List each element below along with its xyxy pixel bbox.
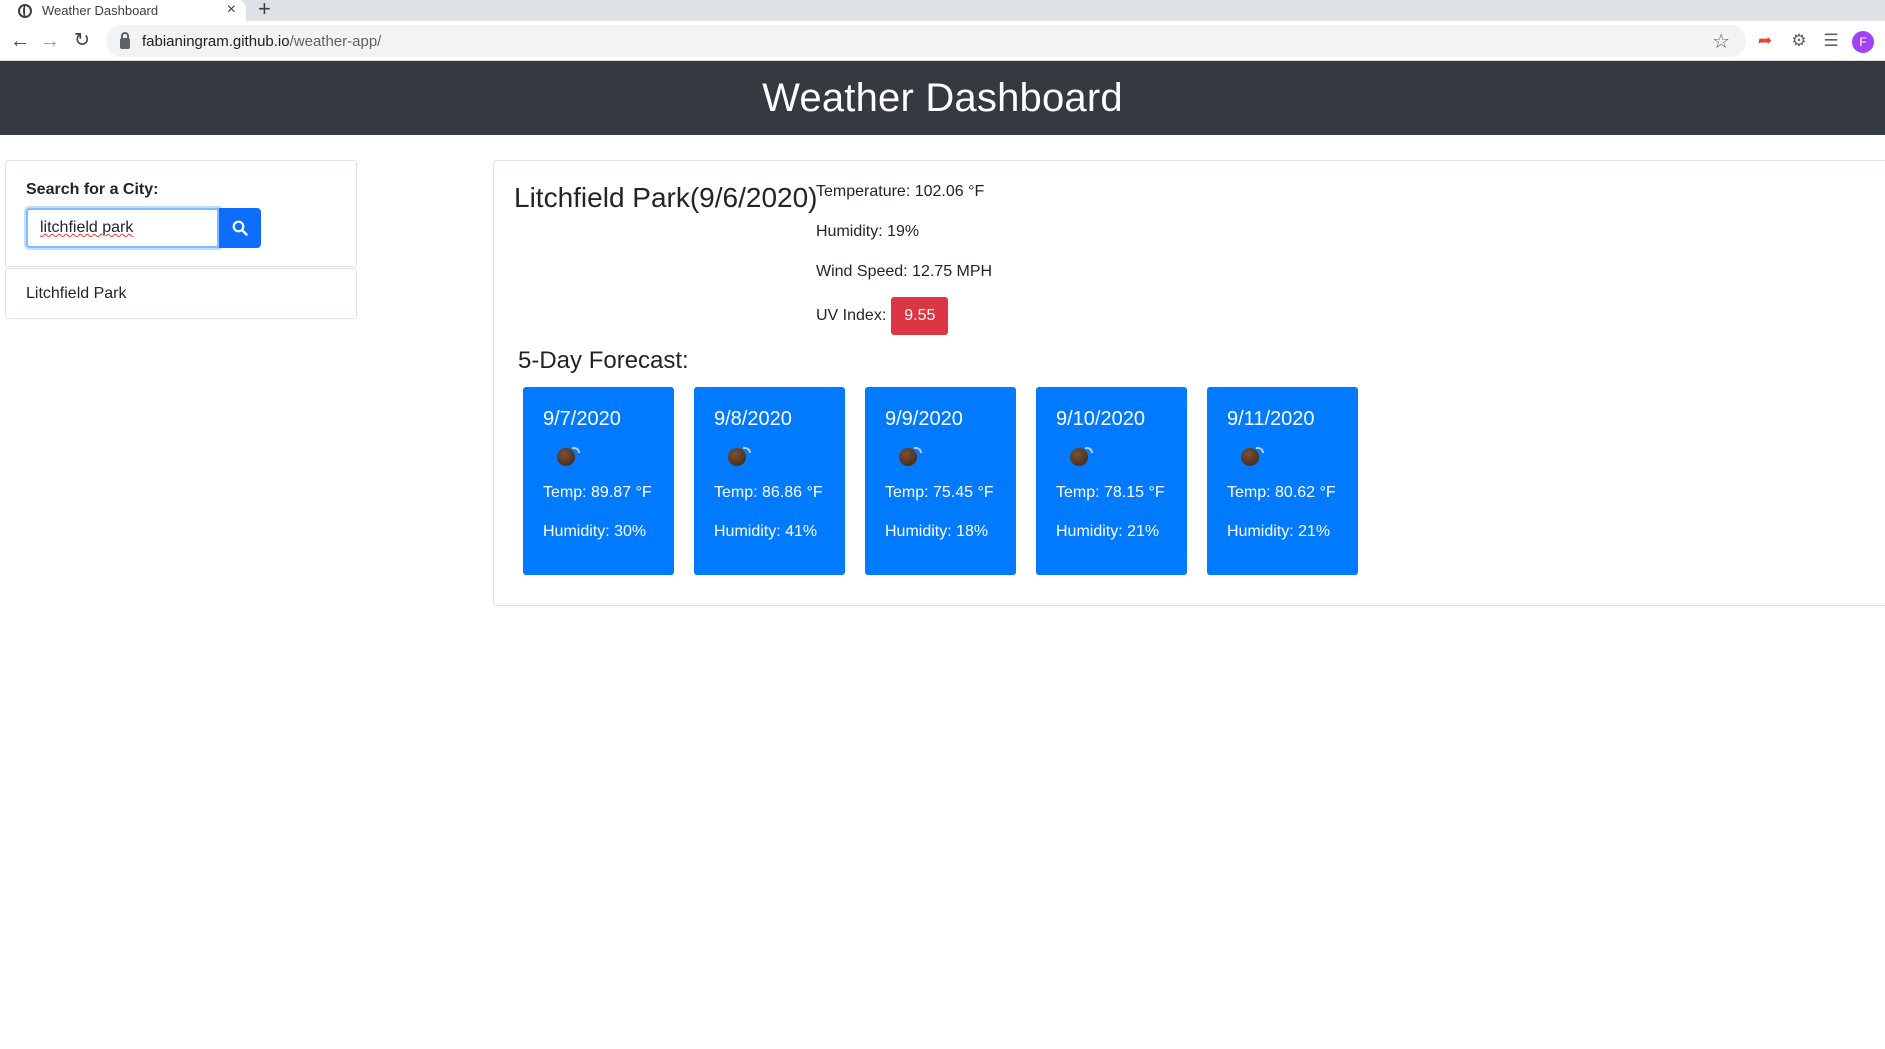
weather-panel: Litchfield Park(9/6/2020) Temperature: 1… <box>493 160 1885 606</box>
reading-list-icon[interactable]: ☰ <box>1820 30 1842 52</box>
forward-arrow-icon[interactable]: → <box>38 29 62 53</box>
bomb-icon <box>1241 445 1275 469</box>
sidebar: Search for a City: Litchfield Park <box>5 160 357 319</box>
forecast-temp: Temp: 89.87 °F <box>543 484 652 501</box>
forecast-row: 9/7/2020 Temp: 89.87 °F Humidity: 30% 9/… <box>523 387 1378 575</box>
page-title: Weather Dashboard <box>762 75 1123 120</box>
forecast-humidity: Humidity: 18% <box>885 523 989 540</box>
bookmark-star-icon[interactable]: ☆ <box>1712 29 1730 54</box>
forecast-title: 5-Day Forecast: <box>518 347 689 374</box>
bomb-icon <box>557 445 591 469</box>
browser-tabstrip: Weather Dashboard × + <box>0 0 1885 21</box>
search-button[interactable] <box>219 208 261 248</box>
forecast-humidity: Humidity: 21% <box>1227 523 1331 540</box>
forecast-humidity: Humidity: 41% <box>714 523 818 540</box>
address-bar[interactable]: fabianingram.github.io/weather-app/ ☆ <box>106 25 1746 57</box>
bomb-icon <box>1070 445 1104 469</box>
url-host: fabianingram.github.io <box>142 32 290 50</box>
browser-tab[interactable]: Weather Dashboard × <box>0 0 246 21</box>
bomb-icon <box>728 445 762 469</box>
search-card: Search for a City: <box>5 160 357 267</box>
forecast-date: 9/11/2020 <box>1227 408 1315 430</box>
extension-cast-icon[interactable]: ➦ <box>1754 30 1776 52</box>
header-banner: Weather Dashboard <box>0 61 1885 135</box>
current-stats: Temperature: 102.06 °F Humidity: 19% Win… <box>816 183 992 335</box>
forecast-temp: Temp: 80.62 °F <box>1227 484 1336 501</box>
forecast-humidity: Humidity: 30% <box>543 523 647 540</box>
tab-close-button[interactable]: × <box>227 1 236 19</box>
forecast-humidity: Humidity: 21% <box>1056 523 1160 540</box>
uv-badge: 9.55 <box>891 297 949 335</box>
city-search-input[interactable] <box>26 208 219 248</box>
reload-icon[interactable]: ↻ <box>70 29 94 53</box>
page-content: Weather Dashboard Search for a City: Lit… <box>0 61 1885 1049</box>
new-tab-button[interactable]: + <box>258 0 271 20</box>
forecast-date: 9/7/2020 <box>543 408 621 430</box>
search-row <box>26 208 336 248</box>
city-title: Litchfield Park(9/6/2020) <box>514 182 818 213</box>
humidity-text: Humidity: 19% <box>816 223 920 240</box>
forecast-date: 9/9/2020 <box>885 408 963 430</box>
history-item[interactable]: Litchfield Park <box>6 269 356 318</box>
temperature-text: Temperature: 102.06 °F <box>816 183 985 200</box>
tab-title: Weather Dashboard <box>42 3 159 18</box>
forecast-card: 9/9/2020 Temp: 75.45 °F Humidity: 18% <box>865 387 1016 575</box>
search-history-list: Litchfield Park <box>5 268 357 319</box>
forecast-temp: Temp: 86.86 °F <box>714 484 823 501</box>
bomb-icon <box>899 445 933 469</box>
forecast-card: 9/11/2020 Temp: 80.62 °F Humidity: 21% <box>1207 387 1358 575</box>
forecast-date: 9/10/2020 <box>1056 408 1145 430</box>
uv-label: UV Index: <box>816 307 887 324</box>
search-icon <box>232 220 248 236</box>
url-path: /weather-app/ <box>289 32 382 50</box>
forecast-card: 9/8/2020 Temp: 86.86 °F Humidity: 41% <box>694 387 845 575</box>
forecast-temp: Temp: 78.15 °F <box>1056 484 1165 501</box>
forecast-temp: Temp: 75.45 °F <box>885 484 994 501</box>
forecast-card: 9/7/2020 Temp: 89.87 °F Humidity: 30% <box>523 387 674 575</box>
extensions-puzzle-icon[interactable]: ⚙ <box>1788 30 1810 52</box>
profile-avatar[interactable]: F <box>1852 31 1874 53</box>
uv-row: UV Index: 9.55 <box>816 297 992 335</box>
lock-icon <box>120 31 130 49</box>
forecast-date: 9/8/2020 <box>714 408 792 430</box>
globe-icon <box>18 3 32 18</box>
search-label: Search for a City: <box>26 181 159 198</box>
browser-toolbar: ← → ↻ fabianingram.github.io/weather-app… <box>0 21 1885 61</box>
forecast-card: 9/10/2020 Temp: 78.15 °F Humidity: 21% <box>1036 387 1187 575</box>
back-arrow-icon[interactable]: ← <box>8 29 32 53</box>
